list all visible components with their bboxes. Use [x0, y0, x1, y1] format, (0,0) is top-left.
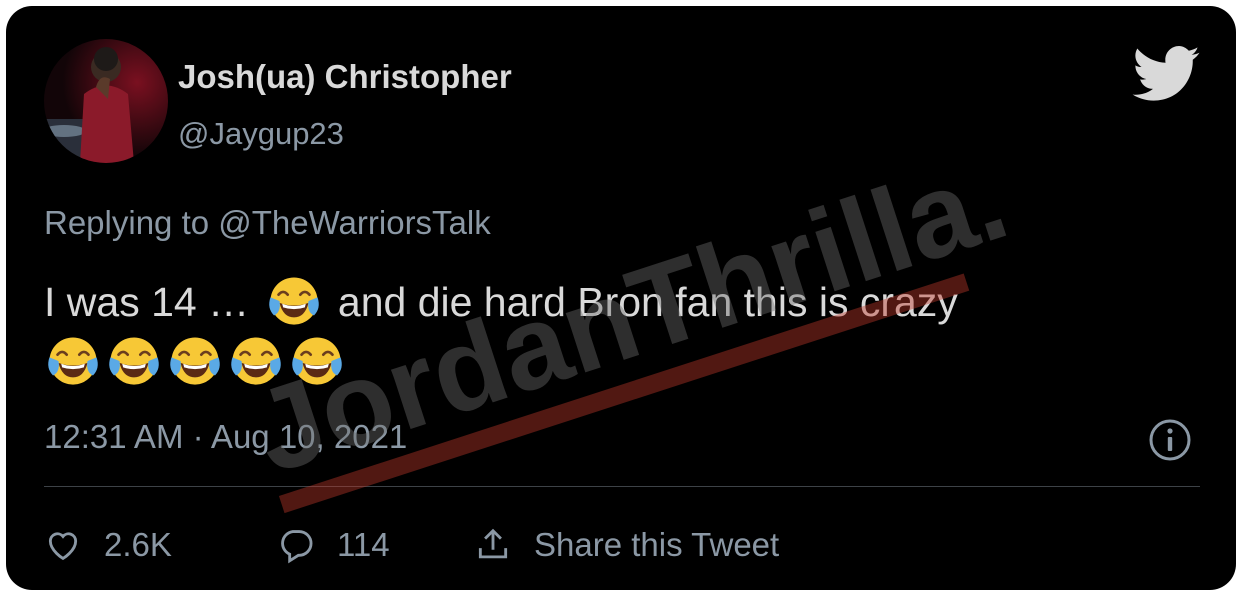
face-with-tears-of-joy-icon [107, 336, 161, 386]
reply-count: 114 [337, 526, 390, 563]
face-with-tears-of-joy-icon [46, 336, 100, 386]
author-name[interactable]: Josh(ua) Christopher [178, 58, 512, 96]
tweet-card: Josh(ua) Christopher @Jaygup23 Replying … [6, 6, 1236, 590]
face-with-tears-of-joy-icon [229, 336, 283, 386]
reply-bubble-icon [281, 530, 313, 564]
tweet-text-part1: I was 14 … [44, 279, 250, 325]
avatar-image [44, 39, 168, 163]
reply-button[interactable]: 114 [277, 520, 390, 570]
share-button[interactable]: Share this Tweet [474, 520, 779, 570]
author-handle[interactable]: @Jaygup23 [178, 116, 344, 152]
twitter-bird-icon [1132, 46, 1200, 101]
share-icon [478, 528, 508, 559]
emoji-row [44, 332, 1204, 392]
face-with-tears-of-joy-icon [168, 336, 222, 386]
replying-to-label[interactable]: Replying to @TheWarriorsTalk [44, 204, 491, 242]
like-button[interactable]: 2.6K [44, 520, 172, 570]
tweet-text: I was 14 … and die hard Bron fan this is… [44, 272, 1204, 392]
tweet-text-part2: and die hard Bron fan this is crazy [337, 279, 958, 325]
face-with-tears-of-joy-icon [267, 276, 320, 326]
info-icon[interactable] [1148, 418, 1192, 462]
tweet-actions: 2.6K 114 Share this Tweet [44, 520, 1200, 570]
like-count: 2.6K [104, 526, 172, 563]
avatar[interactable] [44, 39, 168, 163]
divider [44, 486, 1200, 487]
face-with-tears-of-joy-icon [290, 336, 344, 386]
heart-icon [48, 532, 78, 561]
tweet-timestamp[interactable]: 12:31 AM · Aug 10, 2021 [44, 418, 407, 456]
share-label: Share this Tweet [534, 526, 780, 563]
